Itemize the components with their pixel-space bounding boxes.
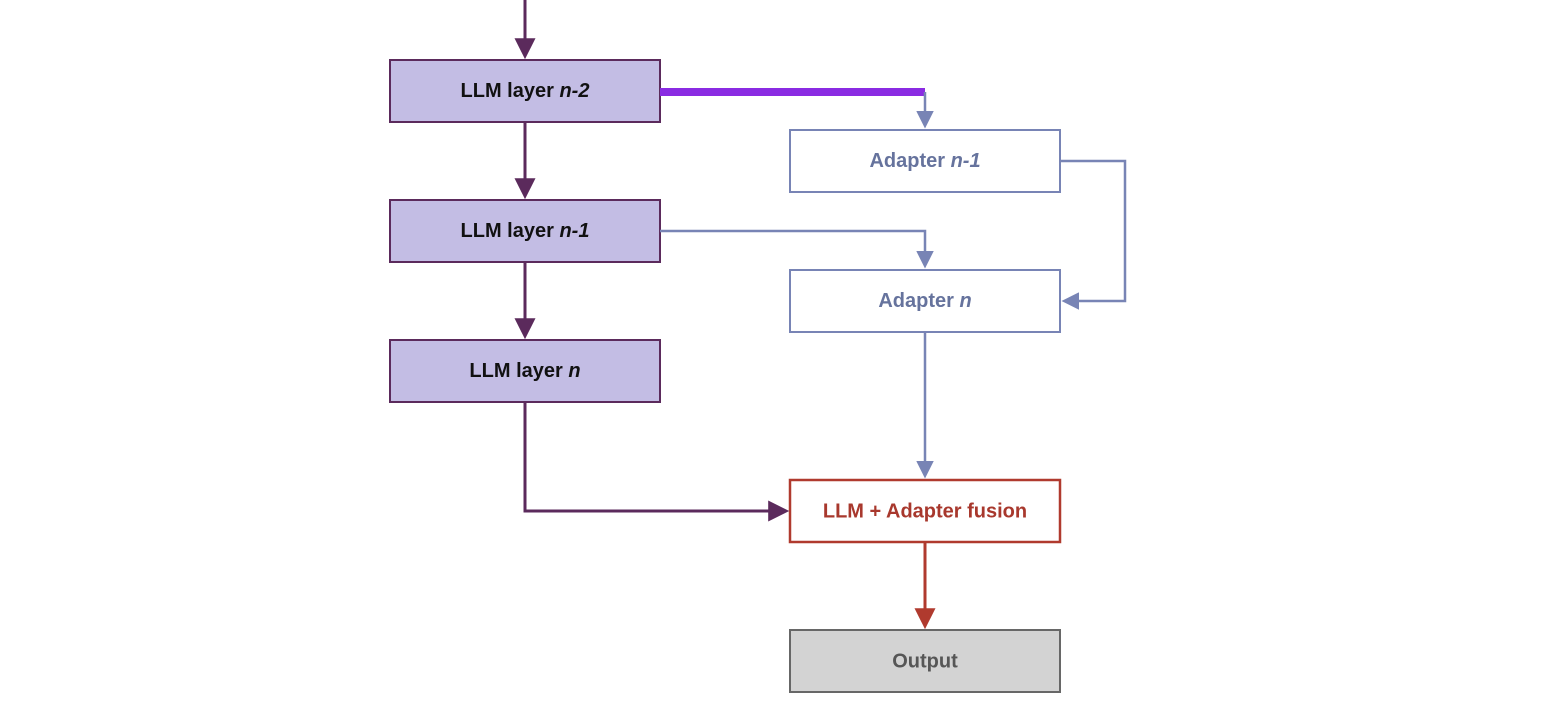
label-adapter-n1-var: n-1 bbox=[951, 150, 981, 172]
label-adapter-n1-pre: Adapter bbox=[869, 150, 950, 172]
label-llm-n-pre: LLM layer bbox=[469, 360, 568, 382]
svg-text:LLM layer n-2: LLM layer n-2 bbox=[461, 80, 590, 102]
svg-text:LLM layer n-1: LLM layer n-1 bbox=[461, 220, 590, 242]
label-output: Output bbox=[892, 650, 958, 672]
label-fusion: LLM + Adapter fusion bbox=[823, 500, 1027, 522]
label-llm-n-var: n bbox=[568, 360, 580, 382]
arrow-llm-n1-to-adapter-n bbox=[660, 231, 925, 265]
label-llm-n2-pre: LLM layer bbox=[461, 80, 560, 102]
svg-text:Adapter n-1: Adapter n-1 bbox=[869, 150, 980, 172]
arrow-llm-n-to-fusion bbox=[525, 402, 785, 511]
label-adapter-n-pre: Adapter bbox=[878, 290, 959, 312]
architecture-diagram: LLM layer n-2 LLM layer n-1 LLM layer n … bbox=[0, 0, 1548, 724]
label-llm-n1-pre: LLM layer bbox=[461, 220, 560, 242]
label-llm-n2-var: n-2 bbox=[559, 80, 589, 102]
label-adapter-n-var: n bbox=[959, 290, 971, 312]
arrow-adapter-n1-to-adapter-n bbox=[1060, 161, 1125, 301]
label-llm-n1-var: n-1 bbox=[559, 220, 589, 242]
svg-text:Adapter n: Adapter n bbox=[878, 290, 971, 312]
svg-text:LLM layer n: LLM layer n bbox=[469, 360, 580, 382]
